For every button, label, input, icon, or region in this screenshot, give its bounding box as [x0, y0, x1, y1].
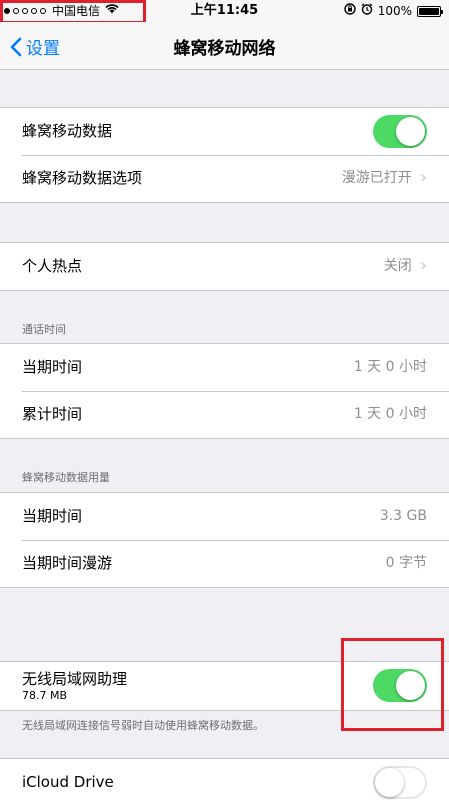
icloud-drive-row: iCloud Drive [0, 759, 449, 800]
highlight-box [0, 0, 146, 24]
row-label: 累计时间 [22, 405, 83, 423]
chevron-right-icon: › [419, 255, 427, 276]
toggle-knob [396, 117, 425, 146]
row-value: 1 天 0 小时 [353, 406, 427, 422]
status-right: 100% [343, 3, 443, 19]
rotation-lock-icon [343, 3, 356, 19]
row-value: 0 字节 [385, 555, 427, 571]
page-title: 蜂窝移动网络 [173, 39, 276, 59]
wifi-assist-footer: 无线局域网连接信号弱时自动使用蜂窝移动数据。 [22, 719, 264, 732]
section-header-call-time: 通话时间 [22, 323, 66, 336]
nav-bar: 设置 蜂窝移动网络 [0, 22, 449, 70]
row-label: 当期时间 [22, 507, 83, 525]
row-label: 无线局域网助理 [22, 670, 128, 688]
call-time-group: 当期时间 1 天 0 小时 累计时间 1 天 0 小时 [0, 343, 449, 439]
row-label: 当期时间 [22, 358, 83, 376]
data-usage-row: 当期时间漫游 0 字节 [0, 540, 449, 587]
row-value: 漫游已打开 › [342, 169, 427, 187]
row-value: 1 天 0 小时 [353, 359, 427, 375]
chevron-right-icon: › [419, 167, 427, 188]
icloud-drive-toggle[interactable] [373, 766, 427, 799]
data-usage-row: 当期时间 3.3 GB [0, 493, 449, 540]
row-label: iCloud Drive [22, 773, 114, 791]
battery-percent: 100% [377, 4, 412, 18]
cellular-data-toggle[interactable] [373, 115, 427, 148]
cellular-group: 蜂窝移动数据 蜂窝移动数据选项 漫游已打开 › [0, 107, 449, 203]
row-value: 关闭 › [384, 257, 427, 275]
hotspot-group: 个人热点 关闭 › [0, 242, 449, 291]
data-usage-group: 当期时间 3.3 GB 当期时间漫游 0 字节 [0, 492, 449, 588]
cellular-data-row: 蜂窝移动数据 [0, 108, 449, 155]
row-label: 个人热点 [22, 257, 83, 275]
row-label: 当期时间漫游 [22, 554, 113, 572]
row-value-text: 漫游已打开 [341, 170, 412, 186]
battery-icon [417, 5, 443, 17]
wifi-assist-size: 78.7 MB [22, 689, 68, 702]
call-time-row: 累计时间 1 天 0 小时 [0, 391, 449, 438]
row-label: 蜂窝移动数据 [22, 122, 113, 140]
alarm-icon [361, 3, 373, 19]
icloud-group: iCloud Drive [0, 758, 449, 800]
cellular-options-row[interactable]: 蜂窝移动数据选项 漫游已打开 › [0, 155, 449, 202]
highlight-box [341, 638, 444, 731]
row-value-text: 关闭 [383, 258, 412, 274]
call-time-row: 当期时间 1 天 0 小时 [0, 344, 449, 391]
hotspot-row[interactable]: 个人热点 关闭 › [0, 243, 449, 290]
toggle-knob [375, 768, 404, 797]
section-header-data-usage: 蜂窝移动数据用量 [22, 471, 110, 484]
row-value: 3.3 GB [379, 508, 427, 524]
row-label: 蜂窝移动数据选项 [22, 169, 143, 187]
